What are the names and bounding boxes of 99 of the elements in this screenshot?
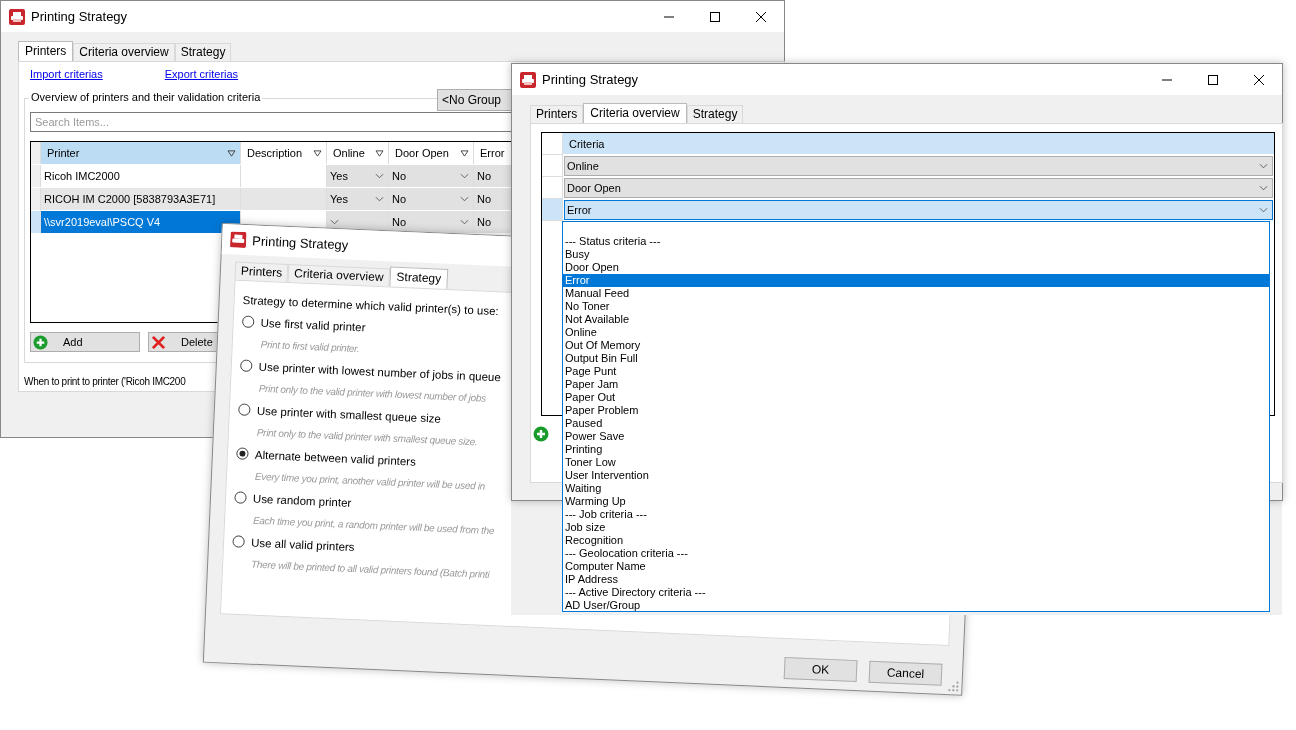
dropdown-item[interactable]: Power Save	[563, 430, 1269, 443]
combo-cell[interactable]: Error	[564, 200, 1273, 220]
tab[interactable]: Strategy	[389, 266, 449, 289]
column-header[interactable]: Printer	[41, 142, 241, 164]
dropdown-item[interactable]: Recognition	[563, 534, 1269, 547]
combo-cell[interactable]: Yes	[327, 165, 389, 187]
dialog-button[interactable]: Cancel	[868, 660, 943, 686]
dropdown-item[interactable]: --- Status criteria ---	[563, 235, 1269, 248]
dropdown-item[interactable]: Busy	[563, 248, 1269, 261]
tab[interactable]: Criteria overview	[73, 43, 175, 61]
dropdown-item[interactable]: Online	[563, 326, 1269, 339]
footer-text: When to print to printer ('Ricoh IMC200	[24, 376, 186, 387]
chevron-icon[interactable]	[460, 219, 469, 225]
dropdown-item[interactable]: Printing	[563, 443, 1269, 456]
dropdown-item[interactable]: Page Punt	[563, 365, 1269, 378]
radio-option[interactable]: Use printer with lowest number of jobs in queue	[239, 358, 502, 384]
combo-cell[interactable]: No	[389, 165, 474, 187]
radio-icon[interactable]	[241, 314, 255, 329]
add-icon[interactable]	[533, 426, 549, 442]
option-description: Print only to the valid printer with smallest queue size.	[255, 425, 478, 448]
combo-cell[interactable]: No	[389, 211, 474, 233]
tab[interactable]: Printers	[530, 105, 584, 123]
tab[interactable]: Strategy	[174, 43, 232, 61]
radio-option[interactable]: Use all valid printers	[231, 534, 355, 554]
grid-corner	[31, 142, 41, 164]
combo-cell[interactable]: Door Open	[564, 178, 1273, 198]
chevron-icon[interactable]	[1259, 185, 1268, 191]
dropdown-item[interactable]: No Toner	[563, 300, 1269, 313]
tab[interactable]: Strategy	[686, 105, 744, 123]
dropdown-item[interactable]: Computer Name	[563, 560, 1269, 573]
option-description: There will be printed to all valid printers found (Batch printi	[249, 557, 490, 580]
radio-icon[interactable]	[239, 358, 254, 373]
combo-cell[interactable]: No	[389, 188, 474, 210]
dropdown-item[interactable]: Waiting	[563, 482, 1269, 495]
window-title: Printing Strategy	[542, 72, 639, 87]
radio-option[interactable]: Alternate between valid printers	[235, 446, 417, 468]
column-header[interactable]: Door Open	[389, 142, 474, 164]
radio-option[interactable]: Use random printer	[233, 490, 352, 509]
table-cell: \\svr2019eval\PSCQ V4	[41, 211, 241, 233]
dropdown-item[interactable]: IP Address	[563, 573, 1269, 586]
dropdown-item[interactable]: User Intervention	[563, 469, 1269, 482]
dropdown-item[interactable]: Output Bin Full	[563, 352, 1269, 365]
radio-icon[interactable]	[237, 402, 252, 417]
tab[interactable]: Printers	[18, 41, 74, 61]
table-cell: Ricoh IMC2000	[41, 165, 241, 187]
link[interactable]: Import criterias	[30, 68, 103, 92]
dropdown-item[interactable]: --- Active Directory criteria ---	[563, 586, 1269, 599]
dropdown-item[interactable]: Toner Low	[563, 456, 1269, 469]
chevron-icon[interactable]	[1259, 163, 1268, 169]
dropdown-item[interactable]: Error	[563, 274, 1269, 287]
option-description: Each time you print, a random printer will be used from the	[251, 513, 495, 537]
dropdown-item[interactable]: Warming Up	[563, 495, 1269, 508]
option-description: Print only to the valid printer with lowest number of jobs	[257, 382, 486, 404]
combo-cell[interactable]: Yes	[327, 188, 389, 210]
toolbar-button[interactable]: Add	[30, 332, 140, 352]
printer-icon	[9, 8, 25, 25]
chevron-icon[interactable]	[375, 173, 384, 179]
dropdown-item[interactable]: Job size	[563, 521, 1269, 534]
chevron-icon[interactable]	[330, 219, 339, 225]
dropdown-item[interactable]: Not Available	[563, 313, 1269, 326]
group-title: Overview of printers and their validation criteria	[29, 91, 263, 103]
chevron-icon[interactable]	[375, 196, 384, 202]
column-header[interactable]: Description	[241, 142, 327, 164]
dropdown-item[interactable]: Paper Jam	[563, 378, 1269, 391]
dropdown-item[interactable]: --- Geolocation criteria ---	[563, 547, 1269, 560]
dropdown-item[interactable]: AD User/Group	[563, 599, 1269, 612]
radio-icon[interactable]	[233, 490, 248, 505]
tab[interactable]: Printers	[234, 261, 289, 282]
resize-grip-icon[interactable]	[948, 681, 959, 692]
dropdown-item[interactable]: Paper Problem	[563, 404, 1269, 417]
table-cell: RICOH IM C2000 [5838793A3E71]	[41, 188, 241, 210]
dropdown-item[interactable]: Paper Out	[563, 391, 1269, 404]
window-title: Printing Strategy	[251, 232, 349, 252]
column-header[interactable]: Criteria	[563, 133, 1274, 155]
option-description: Every time you print, another valid printer will be used in	[253, 469, 486, 492]
option-description: Print to first valid printer.	[259, 337, 360, 355]
link[interactable]: Export criterias	[164, 68, 239, 92]
dropdown-item[interactable]: Manual Feed	[563, 287, 1269, 300]
printer-icon	[229, 231, 247, 249]
dropdown-item[interactable]: --- Job criteria ---	[563, 508, 1269, 521]
chevron-icon[interactable]	[460, 173, 469, 179]
combo-cell[interactable]	[327, 211, 389, 233]
dropdown-item[interactable]: Out Of Memory	[563, 339, 1269, 352]
cross-icon	[151, 334, 166, 350]
dropdown-item[interactable]: Door Open	[563, 261, 1269, 274]
chevron-icon[interactable]	[1259, 207, 1268, 213]
dialog-button[interactable]: OK	[783, 656, 858, 683]
radio-option[interactable]: Use printer with smallest queue size	[237, 402, 442, 425]
dropdown-item[interactable]: Paused	[563, 417, 1269, 430]
chevron-icon[interactable]	[460, 196, 469, 202]
add-icon	[33, 334, 48, 350]
window-title: Printing Strategy	[31, 9, 128, 24]
printer-icon	[520, 71, 536, 88]
tab[interactable]: Criteria overview	[287, 263, 390, 287]
combo-cell[interactable]: Online	[564, 156, 1273, 176]
column-header[interactable]: Online	[327, 142, 389, 164]
radio-icon[interactable]	[231, 534, 246, 549]
radio-icon[interactable]	[235, 446, 250, 461]
tab[interactable]: Criteria overview	[583, 103, 687, 123]
